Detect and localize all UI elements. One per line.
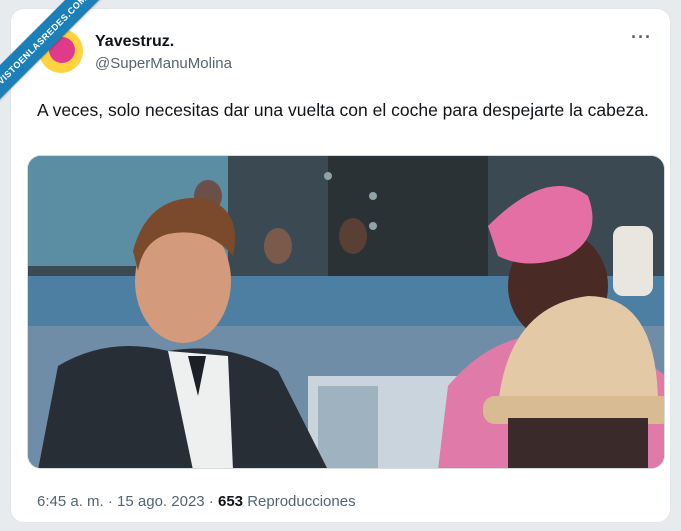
meta-separator: · xyxy=(103,493,118,510)
meta-separator: · xyxy=(204,493,218,510)
tweet-text: A veces, solo necesitas dar una vuelta c… xyxy=(37,100,649,120)
tweet-date[interactable]: 15 ago. 2023 xyxy=(117,493,205,510)
tweet-time[interactable]: 6:45 a. m. xyxy=(37,493,104,510)
views-label: Reproducciones xyxy=(247,493,356,510)
tweet-meta: 6:45 a. m. · 15 ago. 2023 · 653 Reproduc… xyxy=(37,493,356,510)
photo-image xyxy=(28,156,664,468)
user-handle[interactable]: @SuperManuMolina xyxy=(95,55,232,72)
views-count: 653 xyxy=(217,493,244,510)
tweet-card: Yavestruz. @SuperManuMolina ··· A veces,… xyxy=(10,8,671,523)
display-name[interactable]: Yavestruz. xyxy=(95,33,174,51)
more-dots-icon[interactable]: ··· xyxy=(631,27,652,48)
tweet-photo[interactable] xyxy=(27,155,665,469)
